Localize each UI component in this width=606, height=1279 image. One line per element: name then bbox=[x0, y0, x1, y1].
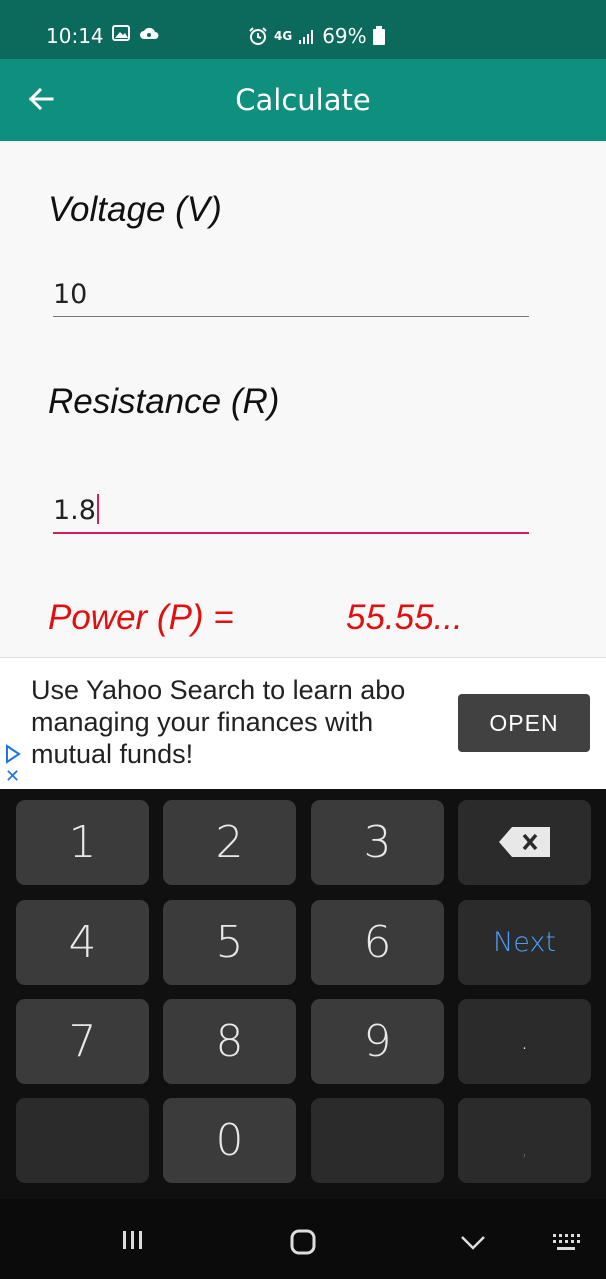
key-8[interactable]: 8 bbox=[163, 999, 296, 1084]
resistance-value: 1.8 bbox=[53, 495, 96, 526]
battery-icon bbox=[372, 26, 385, 45]
battery-percent: 69% bbox=[322, 24, 367, 48]
blank-key[interactable] bbox=[16, 1098, 149, 1183]
ad-text[interactable]: Use Yahoo Search to learn abo managing y… bbox=[31, 674, 441, 770]
home-icon[interactable] bbox=[289, 1229, 317, 1255]
page-title: Calculate bbox=[235, 83, 371, 117]
key-0[interactable]: 0 bbox=[163, 1098, 296, 1183]
ad-banner[interactable]: Use Yahoo Search to learn abo managing y… bbox=[0, 657, 606, 790]
comma-key[interactable]: , bbox=[458, 1098, 591, 1183]
gallery-icon bbox=[112, 25, 130, 41]
key-1[interactable]: 1 bbox=[16, 800, 149, 885]
key-4[interactable]: 4 bbox=[16, 900, 149, 985]
result-label: Power (P) = bbox=[48, 598, 234, 637]
key-5[interactable]: 5 bbox=[163, 900, 296, 985]
ad-close-icon[interactable]: ✕ bbox=[5, 766, 20, 787]
backspace-icon bbox=[498, 827, 550, 857]
key-7[interactable]: 7 bbox=[16, 999, 149, 1084]
recent-apps-icon[interactable] bbox=[120, 1229, 146, 1251]
text-cursor bbox=[96, 494, 99, 524]
status-indicators: 4G 69% bbox=[248, 24, 385, 48]
alarm-icon bbox=[249, 27, 267, 45]
voltage-input[interactable]: 10 bbox=[53, 272, 529, 317]
key-9[interactable]: 9 bbox=[311, 999, 444, 1084]
network-type: 4G bbox=[274, 29, 293, 43]
voltage-label: Voltage (V) bbox=[48, 190, 222, 229]
next-key[interactable]: Next bbox=[458, 900, 591, 985]
resistance-input[interactable]: 1.8 bbox=[53, 488, 529, 534]
key-2[interactable]: 2 bbox=[163, 800, 296, 885]
resistance-label: Resistance (R) bbox=[48, 382, 280, 421]
space-key[interactable] bbox=[311, 1098, 444, 1183]
numeric-keyboard: 1 2 3 4 5 6 Next 7 8 9 . 0 , bbox=[0, 789, 606, 1199]
cloud-icon bbox=[140, 27, 159, 39]
status-time: 10:14 bbox=[46, 24, 104, 48]
signal-icon bbox=[299, 30, 314, 44]
hide-keyboard-icon[interactable] bbox=[460, 1235, 486, 1251]
key-3[interactable]: 3 bbox=[311, 800, 444, 885]
backspace-key[interactable] bbox=[458, 800, 591, 885]
voltage-value: 10 bbox=[53, 279, 88, 310]
ad-choices-icon[interactable] bbox=[4, 744, 22, 764]
decimal-key[interactable]: . bbox=[458, 999, 591, 1084]
result-value: 55.55... bbox=[346, 598, 463, 637]
app-bar: Calculate bbox=[0, 59, 606, 141]
ad-open-button[interactable]: OPEN bbox=[458, 694, 590, 752]
navigation-bar bbox=[0, 1199, 606, 1279]
status-bar: 10:14 4G 69% bbox=[0, 0, 606, 59]
keyboard-switch-icon[interactable] bbox=[552, 1233, 580, 1253]
key-6[interactable]: 6 bbox=[311, 900, 444, 985]
